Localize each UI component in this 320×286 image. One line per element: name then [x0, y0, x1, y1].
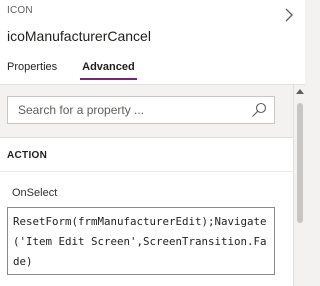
- vertical-scrollbar[interactable]: [293, 85, 305, 286]
- tab-properties[interactable]: Properties: [0, 58, 64, 83]
- property-label-onselect: OnSelect: [12, 187, 58, 199]
- tab-bar: Properties Advanced: [0, 58, 142, 84]
- search-icon[interactable]: [251, 102, 267, 118]
- control-type-label: ICON: [7, 5, 33, 16]
- chevron-up-icon[interactable]: [295, 87, 305, 97]
- control-name[interactable]: icoManufacturerCancel: [7, 28, 151, 44]
- section-title-action: ACTION: [7, 150, 48, 161]
- search-box[interactable]: [7, 96, 275, 124]
- chevron-right-icon[interactable]: [283, 7, 295, 23]
- advanced-content: ACTION OnSelect ResetForm(frmManufacture…: [0, 85, 293, 286]
- section-divider: [0, 171, 293, 172]
- properties-panel: ICON icoManufacturerCancel Properties Ad…: [0, 0, 305, 286]
- formula-editor-onselect[interactable]: ResetForm(frmManufacturerEdit);Navigate(…: [7, 207, 275, 275]
- search-input[interactable]: [8, 97, 256, 123]
- panel-header: ICON icoManufacturerCancel Properties Ad…: [0, 0, 305, 85]
- search-area: [0, 85, 293, 138]
- tab-advanced[interactable]: Advanced: [75, 58, 142, 83]
- scrollbar-thumb[interactable]: [297, 103, 303, 223]
